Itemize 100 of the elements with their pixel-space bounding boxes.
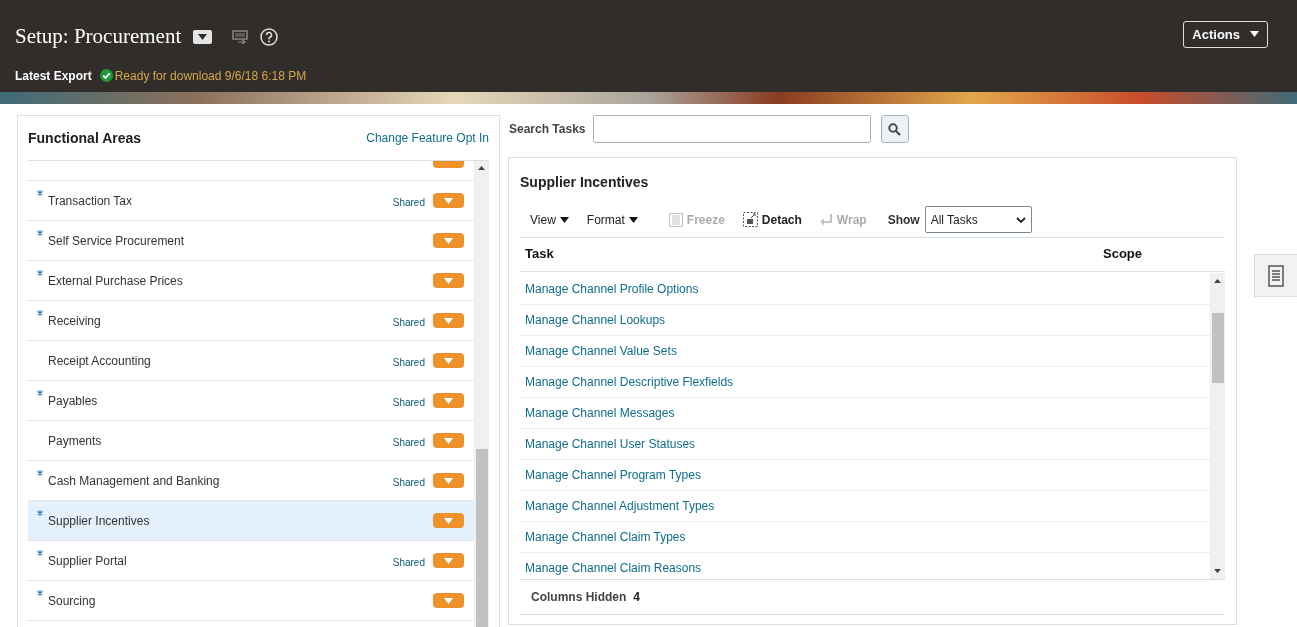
task-link[interactable]: Manage Channel Profile Options bbox=[525, 279, 699, 298]
scroll-down-icon[interactable] bbox=[1214, 569, 1221, 573]
return-arrow-icon bbox=[819, 213, 833, 226]
panel-title: Functional Areas bbox=[28, 128, 142, 148]
search-field[interactable] bbox=[592, 115, 871, 143]
dropdown-button[interactable] bbox=[433, 353, 464, 368]
scroll-up-icon[interactable] bbox=[478, 166, 485, 170]
caret-icon bbox=[444, 517, 453, 524]
columns-hidden-count: 4 bbox=[633, 589, 641, 606]
task-link[interactable]: Manage Channel Messages bbox=[525, 404, 675, 422]
export-label: Latest Export bbox=[15, 67, 92, 85]
dropdown-button[interactable] bbox=[433, 473, 464, 488]
functional-area-row[interactable]: Receipt Accounting Shared bbox=[28, 341, 474, 381]
caret-icon bbox=[444, 597, 453, 604]
toolbar-button[interactable]: Format bbox=[586, 210, 638, 229]
functional-area-row[interactable]: Supplier Portal Shared bbox=[28, 541, 474, 581]
caret-icon bbox=[1250, 31, 1259, 38]
dropdown-button[interactable] bbox=[433, 273, 464, 288]
presentation-icon[interactable] bbox=[232, 29, 249, 44]
dropdown-button[interactable] bbox=[433, 553, 464, 568]
task-link[interactable]: Manage Channel Claim Types bbox=[525, 528, 686, 546]
dropdown-button[interactable] bbox=[433, 161, 464, 168]
area-label: Transaction Tax bbox=[48, 193, 134, 210]
help-icon[interactable] bbox=[260, 27, 279, 46]
shared-label: Shared bbox=[392, 556, 425, 570]
area-label: Sourcing bbox=[48, 593, 97, 610]
task-link[interactable]: Manage Channel Descriptive Flexfields bbox=[525, 373, 734, 391]
caret-icon bbox=[559, 216, 569, 223]
dropdown-button[interactable] bbox=[433, 513, 464, 528]
shared-label: Shared bbox=[392, 476, 425, 490]
document-icon bbox=[1268, 264, 1284, 287]
task-link[interactable]: Manage Channel Program Types bbox=[525, 466, 701, 484]
functional-area-row[interactable]: External Purchase Prices bbox=[28, 261, 474, 301]
caret-icon bbox=[444, 437, 453, 444]
show-label: Show bbox=[887, 211, 920, 229]
search-button[interactable] bbox=[880, 115, 909, 143]
task-link[interactable]: Manage Channel Lookups bbox=[525, 311, 666, 329]
caret-icon bbox=[444, 237, 453, 244]
caret-icon bbox=[444, 477, 453, 484]
area-label: External Purchase Prices bbox=[48, 273, 184, 290]
side-panel-button[interactable] bbox=[1254, 254, 1297, 297]
functional-area-row[interactable]: Receiving Shared bbox=[28, 301, 474, 341]
column-header[interactable]: Scope bbox=[1103, 243, 1225, 264]
page-title: Setup: Procurement bbox=[15, 23, 182, 50]
change-feature-link[interactable]: Change Feature Opt In bbox=[366, 129, 489, 147]
caret-icon bbox=[444, 277, 453, 284]
area-label: Supplier Incentives bbox=[48, 513, 151, 530]
search-label: Search Tasks bbox=[509, 121, 586, 138]
dropdown-button[interactable] bbox=[433, 313, 464, 328]
show-select[interactable]: All Tasks bbox=[924, 206, 1032, 233]
check-icon bbox=[99, 69, 113, 82]
shared-label: Shared bbox=[392, 316, 425, 330]
area-label: Payables bbox=[48, 393, 99, 410]
scroll-thumb[interactable] bbox=[1211, 313, 1224, 383]
functional-area-row[interactable]: Self Service Procurement bbox=[28, 221, 474, 261]
shared-label: Shared bbox=[392, 436, 425, 450]
task-link[interactable]: Manage Channel Adjustment Types bbox=[525, 497, 715, 515]
columns-hidden-label: Columns Hidden bbox=[531, 589, 627, 606]
caret-icon bbox=[444, 197, 453, 204]
dropdown-button[interactable] bbox=[433, 233, 464, 248]
scroll-thumb[interactable] bbox=[475, 449, 488, 627]
export-status: Ready for download 9/6/18 6:18 PM bbox=[114, 67, 307, 85]
dropdown-button[interactable] bbox=[433, 193, 464, 208]
scroll-up-icon[interactable] bbox=[1214, 279, 1221, 283]
caret-icon bbox=[444, 397, 453, 404]
chevron-down-icon bbox=[1015, 216, 1026, 223]
detach-icon bbox=[742, 212, 758, 227]
shared-label: Shared bbox=[392, 356, 425, 370]
shared-label: Shared bbox=[392, 396, 425, 410]
task-link[interactable]: Manage Channel User Statuses bbox=[525, 435, 696, 453]
task-link[interactable]: Manage Channel Claim Reasons bbox=[525, 559, 702, 577]
dropdown-button[interactable] bbox=[433, 433, 464, 448]
title-dropdown[interactable] bbox=[193, 29, 213, 44]
functional-area-row[interactable]: Transaction Tax Shared bbox=[28, 181, 474, 221]
area-label: Supplier Portal bbox=[48, 553, 128, 570]
panel-title: Supplier Incentives bbox=[520, 173, 650, 192]
dropdown-button[interactable] bbox=[433, 593, 464, 608]
area-label: Payments bbox=[48, 433, 103, 450]
area-label: Self Service Procurement bbox=[48, 233, 186, 250]
area-label: Cash Management and Banking bbox=[48, 473, 221, 490]
dropdown-button[interactable] bbox=[433, 393, 464, 408]
task-link[interactable]: Manage Channel Value Sets bbox=[525, 342, 677, 360]
area-label: Receiving bbox=[48, 313, 102, 330]
caret-icon bbox=[444, 357, 453, 364]
shared-label: Shared bbox=[392, 196, 425, 210]
search-icon bbox=[888, 122, 901, 136]
functional-area-row[interactable]: Supplier Incentives bbox=[28, 501, 474, 541]
functional-area-row[interactable]: Payments Shared bbox=[28, 421, 474, 461]
area-label: Receipt Accounting bbox=[48, 353, 152, 370]
caret-icon bbox=[628, 216, 638, 223]
caret-icon bbox=[444, 557, 453, 564]
actions-button[interactable]: Actions bbox=[1183, 20, 1268, 48]
columns-icon bbox=[668, 212, 683, 227]
functional-area-row[interactable]: Sourcing bbox=[28, 581, 474, 621]
caret-icon bbox=[444, 317, 453, 324]
toolbar-button[interactable]: View bbox=[530, 210, 569, 229]
column-header[interactable]: Task bbox=[520, 243, 1103, 264]
functional-area-row[interactable]: Payables Shared bbox=[28, 381, 474, 421]
caret-icon bbox=[198, 33, 208, 40]
toolbar-button[interactable]: Detach bbox=[742, 210, 802, 229]
